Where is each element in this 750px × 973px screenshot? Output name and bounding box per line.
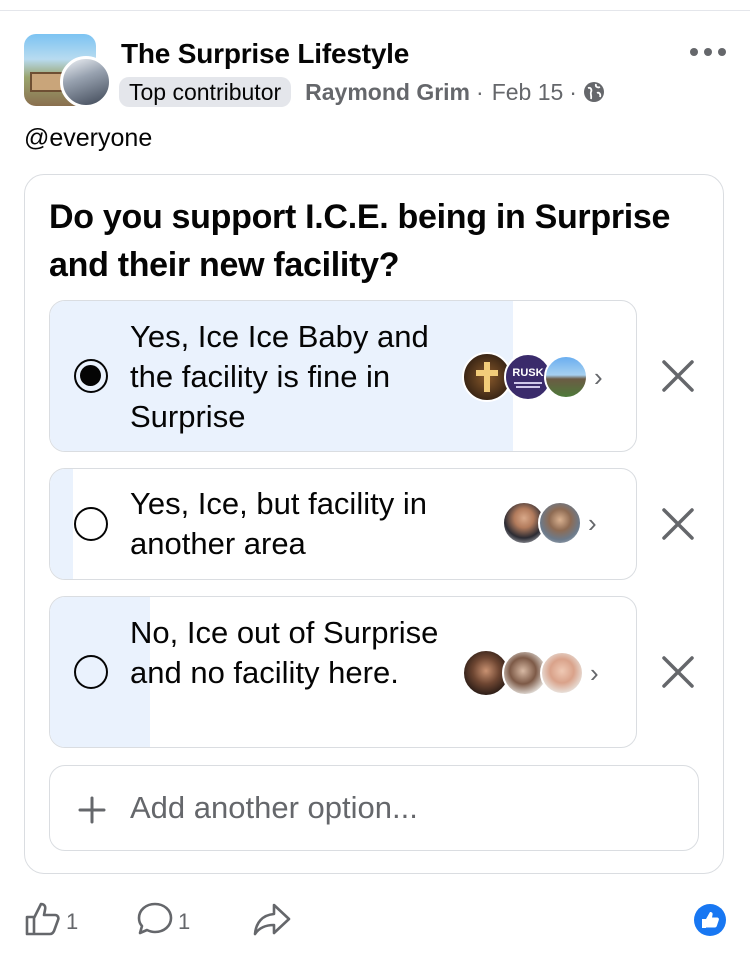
poll-option-2-voters[interactable]: › [502,501,597,545]
post-meta: Top contributor Raymond Grim · Feb 15 · [119,75,605,109]
globe-icon [583,81,605,103]
voter-avatar [538,501,582,545]
group-name[interactable]: The Surprise Lifestyle [121,38,409,70]
like-reaction-icon[interactable] [694,904,726,936]
remove-option-3-icon[interactable] [658,652,698,692]
radio-checked-icon[interactable] [74,359,108,393]
poll-option-2-label: Yes, Ice, but facility in another area [130,486,427,561]
share-icon [252,900,292,943]
like-count: 1 [66,908,79,934]
poll-card: Do you support I.C.E. being in Surprise … [24,174,724,874]
comment-button[interactable]: 1 [136,900,190,943]
post-date[interactable]: Feb 15 [492,79,564,106]
comment-icon [136,900,174,943]
group-avatar[interactable] [24,34,112,108]
like-button[interactable]: 1 [24,900,78,943]
top-divider [0,10,750,11]
poll-option-2-fill [50,469,74,579]
more-options-icon[interactable] [688,40,728,64]
top-contributor-badge[interactable]: Top contributor [119,77,292,107]
poll-option-3-label: No, Ice out of Surprise and no facility … [130,615,439,690]
remove-option-2-icon[interactable] [658,504,698,544]
post-actions: 1 1 [24,900,726,940]
poll-option-1[interactable]: Yes, Ice Ice Baby and the facility is fi… [49,300,637,452]
poll-option-3[interactable]: No, Ice out of Surprise and no facility … [49,596,637,748]
thumbs-up-icon [24,900,62,943]
poll-option-1-voters[interactable]: RUSK › [462,352,603,402]
plus-icon [78,796,106,824]
poll-option-1-label: Yes, Ice Ice Baby and the facility is fi… [130,319,429,434]
chevron-right-icon: › [590,657,599,688]
author-avatar[interactable] [60,56,112,108]
radio-unchecked-icon[interactable] [74,507,108,541]
voter-avatar [540,651,584,695]
share-button[interactable] [252,900,292,943]
add-option-button[interactable]: Add another option... [49,765,699,851]
voter-avatar [544,355,588,399]
remove-option-1-icon[interactable] [658,356,698,396]
poll-question: Do you support I.C.E. being in Surprise … [49,198,671,284]
radio-unchecked-icon[interactable] [74,655,108,689]
poll-option-2[interactable]: Yes, Ice, but facility in another area › [49,468,637,580]
author-name[interactable]: Raymond Grim [305,79,470,106]
poll-option-3-voters[interactable]: › [462,649,599,697]
chevron-right-icon: › [588,507,597,538]
add-option-label: Add another option... [130,790,418,825]
chevron-right-icon: › [594,361,603,392]
post-text: @everyone [24,124,153,152]
comment-count: 1 [178,908,191,934]
